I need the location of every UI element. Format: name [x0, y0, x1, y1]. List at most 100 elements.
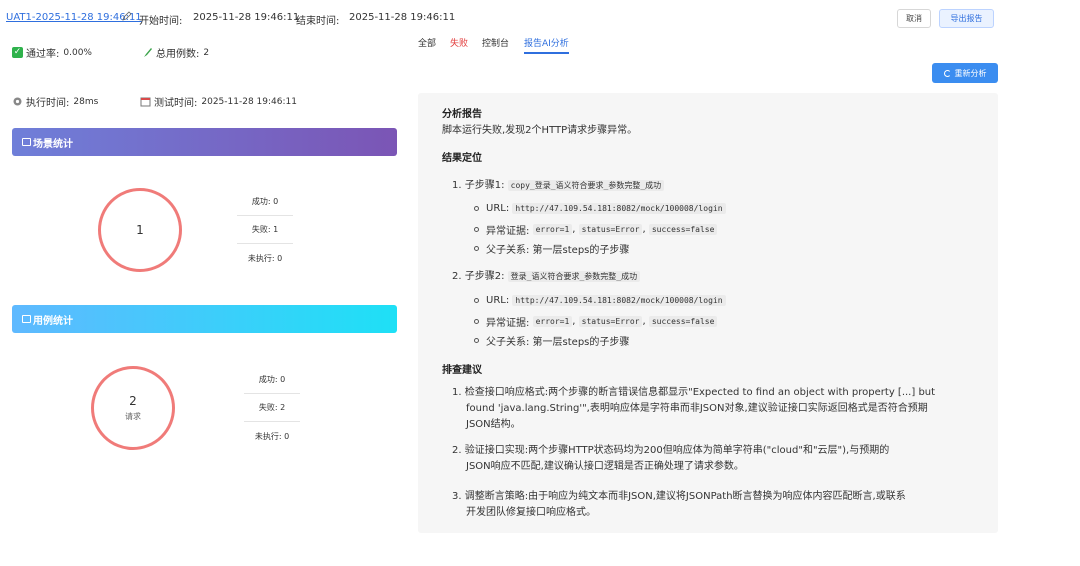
pass-rate-stat: ✓ 通过率: 0.00%: [12, 45, 92, 60]
exec-time-stat: 执行时间: 28ms: [12, 94, 98, 109]
suggestion-line: JSON结构。: [466, 419, 521, 430]
gear-icon: [13, 97, 22, 106]
step2-prefix: 2. 子步骤2:: [452, 271, 505, 282]
parent-label: 父子关系: 第一层steps的子步骤: [486, 337, 630, 348]
bullet-icon: [474, 298, 479, 303]
separator: ,: [642, 316, 646, 327]
scene-ring-chart: 1: [98, 188, 182, 272]
suggestion-line: 3. 调整断言策略:由于响应为纯文本而非JSON,建议将JSONPath断言替换…: [452, 491, 906, 502]
case-unit: 请求: [125, 412, 141, 421]
evidence-code: success=false: [648, 316, 718, 327]
case-success-row: 成功: 0: [244, 366, 300, 394]
tab-all[interactable]: 全部: [418, 36, 436, 49]
case-pending-row: 未执行: 0: [254, 431, 290, 441]
step2-evidence: 异常证据: error=1, status=Error, success=fal…: [474, 314, 718, 329]
suggestion-2: 2. 验证接口实现:两个步骤HTTP状态码均为200但响应体为简单字符串("cl…: [452, 443, 982, 475]
parent-label: 父子关系: 第一层steps的子步骤: [486, 245, 630, 256]
bullet-icon: [474, 246, 479, 251]
url-label: URL:: [486, 295, 510, 306]
step2-url: URL: http://47.109.54.181:8082/mock/1000…: [474, 295, 726, 306]
test-time-label: 测试时间:: [154, 98, 198, 109]
suggestion-line: JSON响应不匹配,建议确认接口逻辑是否正确处理了请求参数。: [466, 461, 744, 472]
case-stats-table: 成功: 0 失败: 2 未执行: 0: [244, 366, 300, 450]
step1-url: URL: http://47.109.54.181:8082/mock/1000…: [474, 203, 726, 214]
chart-icon: [22, 315, 31, 323]
cancel-button[interactable]: 取消: [897, 9, 931, 28]
end-time-value: 2025-11-28 19:46:11: [349, 12, 456, 23]
pencil-icon[interactable]: [122, 11, 132, 21]
separator: ,: [572, 224, 576, 235]
case-stats-header: 用例统计: [12, 305, 397, 333]
exec-time-value: 28ms: [73, 96, 99, 107]
report-summary: 脚本运行失败,发现2个HTTP请求步骤异常。: [442, 125, 638, 136]
step2-parent: 父子关系: 第一层steps的子步骤: [474, 333, 629, 348]
scene-stats-header: 场景统计: [12, 128, 397, 156]
ai-report-panel: 分析报告 脚本运行失败,发现2个HTTP请求步骤异常。 结果定位 1. 子步骤1…: [418, 93, 998, 533]
evidence-code: success=false: [648, 224, 718, 235]
suggestion-line: 2. 验证接口实现:两个步骤HTTP状态码均为200但响应体为简单字符串("cl…: [452, 445, 890, 456]
evidence-label: 异常证据:: [486, 318, 530, 329]
step1-evidence: 异常证据: error=1, status=Error, success=fal…: [474, 222, 718, 237]
url-label: URL:: [486, 203, 510, 214]
evidence-label: 异常证据:: [486, 226, 530, 237]
evidence-code: status=Error: [578, 316, 643, 327]
scene-stats-title: 场景统计: [33, 138, 73, 150]
step1-item: 1. 子步骤1: copy_登录_语义符合要求_参数完整_成功: [452, 176, 665, 191]
locate-title: 结果定位: [442, 153, 482, 164]
brush-icon: [144, 48, 152, 57]
refresh-icon: [943, 69, 951, 77]
evidence-code: error=1: [532, 224, 573, 235]
step1-parent: 父子关系: 第一层steps的子步骤: [474, 241, 629, 256]
separator: ,: [642, 224, 646, 235]
case-total: 2: [129, 394, 137, 408]
bullet-icon: [474, 338, 479, 343]
export-report-button[interactable]: 导出报告: [939, 9, 994, 28]
scene-fail-row: 失败: 1: [237, 216, 293, 244]
tab-console[interactable]: 控制台: [482, 36, 509, 49]
chart-icon: [22, 138, 31, 146]
test-time-stat: 测试时间: 2025-11-28 19:46:11: [140, 94, 297, 109]
top-bar: UAT1-2025-11-28 19:46:11 开始时间: 2025-11-2…: [0, 0, 1000, 34]
suggestion-line: 开发团队修复接口响应格式。: [466, 507, 596, 518]
total-cases-stat: 总用例数: 2: [142, 45, 209, 60]
reanalyze-label: 重新分析: [954, 68, 987, 78]
bullet-icon: [474, 319, 479, 324]
tab-ai-analysis[interactable]: 报告AI分析: [524, 36, 569, 54]
pass-rate-value: 0.00%: [63, 47, 92, 58]
exec-time-label: 执行时间:: [26, 98, 70, 109]
test-time-value: 2025-11-28 19:46:11: [201, 96, 297, 107]
bullet-icon: [474, 227, 479, 232]
suggestion-1: 1. 检查接口响应格式:两个步骤的断言错误信息都显示"Expected to f…: [452, 385, 982, 433]
scene-pending-row: 未执行: 0: [247, 253, 283, 263]
start-time-label: 开始时间:: [139, 16, 183, 27]
start-time-value: 2025-11-28 19:46:11: [193, 12, 300, 23]
suggest-title: 排查建议: [442, 365, 482, 376]
total-cases-label: 总用例数:: [156, 49, 200, 60]
case-stats-title: 用例统计: [33, 315, 73, 327]
scene-total: 1: [136, 223, 144, 237]
suggestion-3: 3. 调整断言策略:由于响应为纯文本而非JSON,建议将JSONPath断言替换…: [452, 489, 982, 521]
evidence-code: error=1: [532, 316, 573, 327]
step2-code: 登录_语义符合要求_参数完整_成功: [507, 271, 641, 282]
check-square-icon: ✓: [12, 47, 23, 58]
calendar-icon: [140, 97, 151, 107]
scene-stats-table: 成功: 0 失败: 1 未执行: 0: [237, 188, 293, 272]
reanalyze-button[interactable]: 重新分析: [932, 63, 998, 83]
scene-success-row: 成功: 0: [237, 188, 293, 216]
report-title: 分析报告: [442, 109, 482, 120]
pass-rate-label: 通过率:: [26, 49, 60, 60]
separator: ,: [572, 316, 576, 327]
tab-fail[interactable]: 失败: [450, 36, 468, 49]
end-time-label: 结束时间:: [296, 16, 340, 27]
suggestion-line: found 'java.lang.String'",表明响应体是字符串而非JSO…: [466, 403, 928, 414]
case-ring-chart: 2 请求: [91, 366, 175, 450]
evidence-code: status=Error: [578, 224, 643, 235]
case-fail-row: 失败: 2: [244, 394, 300, 422]
bullet-icon: [474, 206, 479, 211]
step1-code: copy_登录_语义符合要求_参数完整_成功: [507, 180, 665, 191]
url-code: http://47.109.54.181:8082/mock/100008/lo…: [512, 295, 726, 306]
step2-item: 2. 子步骤2: 登录_语义符合要求_参数完整_成功: [452, 267, 641, 282]
url-code: http://47.109.54.181:8082/mock/100008/lo…: [512, 203, 726, 214]
step1-prefix: 1. 子步骤1:: [452, 180, 505, 191]
suggestion-line: 1. 检查接口响应格式:两个步骤的断言错误信息都显示"Expected to f…: [452, 387, 936, 398]
